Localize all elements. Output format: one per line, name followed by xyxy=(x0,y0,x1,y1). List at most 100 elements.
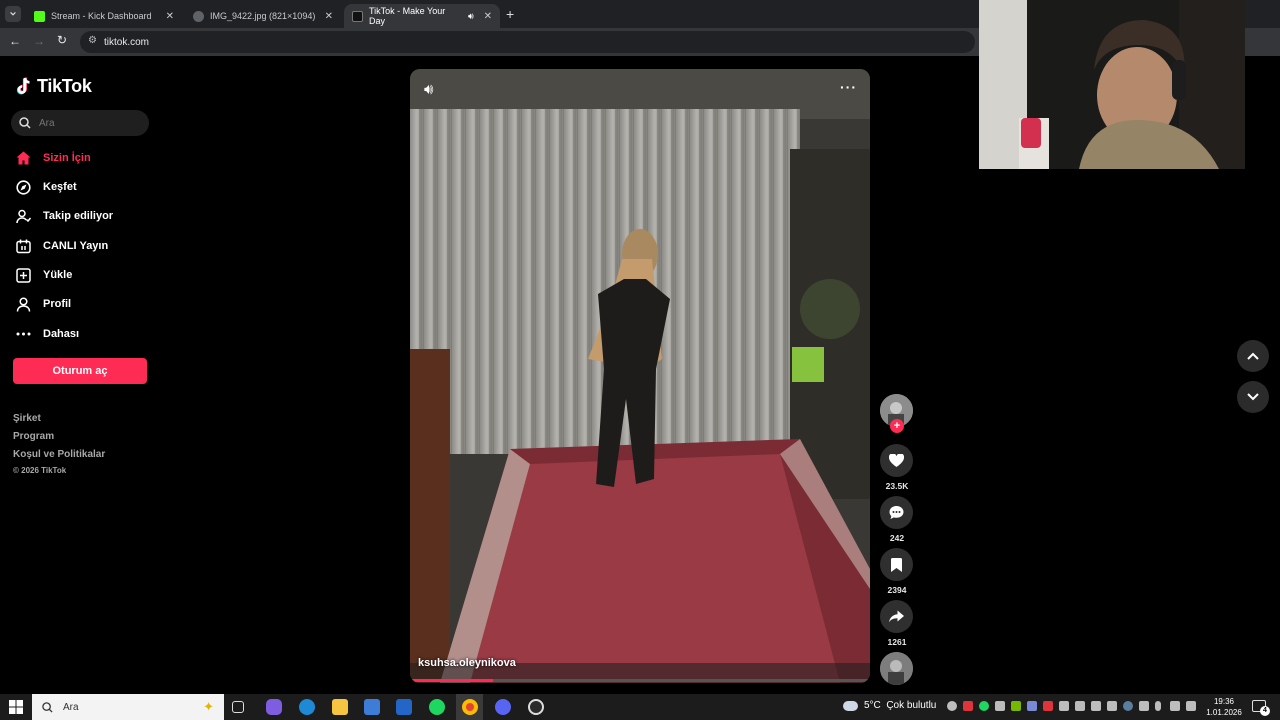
obs-icon[interactable] xyxy=(528,699,544,715)
comment-count: 242 xyxy=(889,533,905,543)
user-follow-icon xyxy=(15,208,31,224)
copilot-icon[interactable] xyxy=(266,699,282,715)
tab-kick-dashboard[interactable]: Stream - Kick Dashboard ✕ xyxy=(26,4,182,28)
comment-icon xyxy=(889,506,904,519)
tray-icon-4[interactable] xyxy=(995,701,1005,711)
tray-icon-2[interactable] xyxy=(963,701,973,711)
nav-label: Dahası xyxy=(43,328,80,340)
tray-icon-1[interactable] xyxy=(947,701,957,711)
site-info-icon[interactable]: ⚙ xyxy=(88,35,97,46)
volume-tray-icon[interactable] xyxy=(1186,701,1196,711)
nav-label: Takip ediliyor xyxy=(43,210,114,222)
discord-icon[interactable] xyxy=(495,699,511,715)
nav-label: Yükle xyxy=(43,269,73,281)
share-button[interactable] xyxy=(880,600,913,633)
follow-button[interactable]: + xyxy=(890,419,904,433)
search-input[interactable] xyxy=(39,117,139,129)
file-explorer-icon[interactable] xyxy=(332,699,348,715)
clock[interactable]: 19:36 1.01.2026 xyxy=(1202,696,1246,718)
tray-icon-6[interactable] xyxy=(1027,701,1037,711)
share-count: 1261 xyxy=(887,637,907,647)
volume-icon[interactable]: 🔊︎ xyxy=(424,81,433,98)
tab-image[interactable]: IMG_9422.jpg (821×1094) ✕ xyxy=(185,4,341,28)
music-disc-icon xyxy=(880,652,913,685)
tab-tiktok[interactable]: TikTok - Make Your Day 🔊︎ ✕ xyxy=(344,4,500,28)
nav-item-following[interactable]: Takip ediliyor xyxy=(15,208,113,224)
video-author[interactable]: ksuhsa.oleynikova xyxy=(418,657,516,669)
upload-icon xyxy=(15,267,31,283)
profile-icon xyxy=(15,296,31,312)
reload-icon[interactable]: ↻ xyxy=(57,33,67,47)
taskbar-search[interactable]: Ara ✦ xyxy=(32,694,224,720)
tiktok-logo[interactable]: TikTok xyxy=(16,76,92,97)
compass-icon xyxy=(15,179,31,195)
tray-icon-7[interactable] xyxy=(1043,701,1053,711)
url-field[interactable]: ⚙ tiktok.com xyxy=(80,31,975,53)
tab-search-button[interactable] xyxy=(5,6,21,22)
new-tab-button[interactable]: + xyxy=(506,6,514,22)
sound-disc[interactable] xyxy=(880,652,913,685)
video-player[interactable]: 🔊︎ ··· ksuhsa.oleynikova xyxy=(410,69,870,683)
tray-icon-13[interactable] xyxy=(1139,701,1149,711)
microphone-icon[interactable] xyxy=(1155,701,1161,711)
footer-program[interactable]: Program xyxy=(13,431,54,442)
close-tab-icon[interactable]: ✕ xyxy=(166,11,174,22)
more-icon xyxy=(15,326,31,342)
chevron-down-icon xyxy=(10,11,16,16)
previous-video-button[interactable] xyxy=(1237,340,1269,372)
progress-track[interactable] xyxy=(410,679,870,682)
globe-icon xyxy=(193,10,204,22)
login-button[interactable]: Oturum aç xyxy=(13,358,147,384)
tiktok-icon xyxy=(352,10,363,22)
tray-icon-8[interactable] xyxy=(1059,701,1069,711)
network-icon[interactable] xyxy=(1170,701,1180,711)
nav-item-more[interactable]: Dahası xyxy=(15,326,79,342)
nav-item-upload[interactable]: Yükle xyxy=(15,267,72,283)
tray-icon-5[interactable] xyxy=(1011,701,1021,711)
more-options-icon[interactable]: ··· xyxy=(840,79,857,95)
sparkle-icon: ✦ xyxy=(203,699,214,714)
forward-icon[interactable]: → xyxy=(33,34,45,48)
footer-company[interactable]: Şirket xyxy=(13,413,41,424)
steam-tray-icon[interactable] xyxy=(1123,701,1133,711)
comment-button[interactable] xyxy=(880,496,913,529)
nav-item-for-you[interactable]: Sizin İçin xyxy=(15,150,91,166)
heart-icon xyxy=(889,454,904,467)
footer-terms[interactable]: Koşul ve Politikalar xyxy=(13,449,105,460)
nav-item-live[interactable]: CANLI Yayın xyxy=(15,238,108,254)
tab-title: TikTok - Make Your Day xyxy=(369,6,446,26)
back-icon[interactable]: ← xyxy=(9,34,21,48)
windows-logo-icon xyxy=(9,700,23,714)
start-button[interactable] xyxy=(9,700,23,714)
clock-time: 19:36 xyxy=(1213,697,1235,706)
webcam-feed xyxy=(979,0,1245,169)
task-view-icon[interactable] xyxy=(232,701,244,713)
speaker-icon[interactable]: 🔊︎ xyxy=(468,11,474,22)
nav-label: Profil xyxy=(43,298,72,310)
weather-text: 5°C Çok bulutlu xyxy=(864,700,937,711)
tray-icon-10[interactable] xyxy=(1091,701,1101,711)
nav-item-explore[interactable]: Keşfet xyxy=(15,179,77,195)
home-icon xyxy=(15,150,31,166)
store-icon[interactable] xyxy=(364,699,380,715)
close-tab-icon[interactable]: ✕ xyxy=(325,11,333,22)
edge-icon[interactable] xyxy=(299,699,315,715)
close-tab-icon[interactable]: ✕ xyxy=(484,11,492,22)
tray-icon-11[interactable] xyxy=(1107,701,1117,711)
chrome-icon[interactable] xyxy=(462,699,478,715)
like-button[interactable] xyxy=(880,444,913,477)
sidebar-search[interactable] xyxy=(11,110,149,136)
next-video-button[interactable] xyxy=(1237,381,1269,413)
video-frame xyxy=(410,69,870,683)
webcam-overlay xyxy=(979,0,1245,169)
bookmark-icon xyxy=(891,557,902,572)
notification-badge: 4 xyxy=(1260,706,1270,716)
spotify-icon[interactable] xyxy=(429,699,445,715)
bookmark-button[interactable] xyxy=(880,548,913,581)
nav-item-profile[interactable]: Profil xyxy=(15,296,71,312)
mail-icon[interactable] xyxy=(396,699,412,715)
tray-icon-9[interactable] xyxy=(1075,701,1085,711)
bookmark-count: 2394 xyxy=(887,585,907,595)
weather-widget[interactable]: 5°C Çok bulutlu xyxy=(843,700,936,711)
spotify-tray-icon[interactable] xyxy=(979,701,989,711)
